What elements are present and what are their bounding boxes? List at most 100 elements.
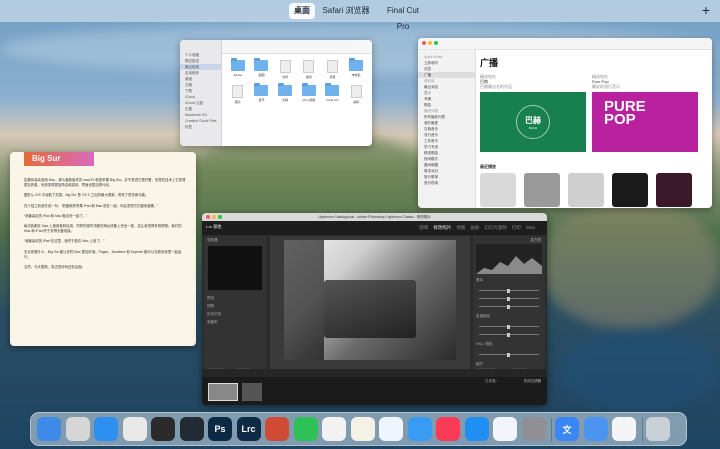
music-window[interactable]: Apple Music 立即收听 浏览 广播 资料库 最近添加 艺人 专辑 歌曲 播放列表 所有播放… bbox=[418, 38, 712, 208]
file-item[interactable]: Vivo 视频 bbox=[297, 83, 321, 104]
craft-icon[interactable] bbox=[322, 417, 346, 441]
right-panel: 直方图 基本 色调曲线 HSL / 颜色 细节 上一张 复位 bbox=[473, 236, 545, 377]
app-icon[interactable] bbox=[612, 417, 636, 441]
lightroom-window[interactable]: Lightroom Catalog.lrcat - Adobe Photosho… bbox=[202, 213, 547, 405]
trash-icon[interactable] bbox=[645, 417, 670, 441]
panel-section-tone-curve[interactable]: 色调曲线 bbox=[476, 314, 490, 319]
file-label: 音乐 bbox=[258, 98, 265, 102]
module-tab[interactable]: 图库 bbox=[419, 225, 428, 231]
panel-section-history[interactable]: 历史记录 bbox=[207, 312, 221, 317]
document-window[interactable]: Big Sur 如果你喜欢使用 Mac，那么最新版本的 macOS 就是苹果 B… bbox=[10, 152, 196, 346]
file-item[interactable]: 文件 bbox=[273, 60, 297, 79]
module-tab[interactable]: 画册 bbox=[470, 225, 479, 231]
recent-album[interactable] bbox=[480, 173, 516, 207]
file-item[interactable]: Final Cut bbox=[321, 83, 345, 104]
photoshop-icon[interactable]: Ps bbox=[208, 417, 232, 441]
pure-pop-station-card[interactable]: PURE POP bbox=[592, 92, 698, 152]
sidebar-item[interactable]: 音乐现场 bbox=[418, 180, 475, 186]
safari-icon[interactable] bbox=[94, 417, 118, 441]
file-item[interactable]: 音乐 bbox=[250, 83, 274, 104]
translate-icon[interactable]: 文 bbox=[555, 417, 579, 441]
recent-album[interactable] bbox=[656, 173, 692, 207]
module-tab[interactable]: 地图 bbox=[456, 225, 465, 231]
file-item[interactable]: 备份 bbox=[297, 60, 321, 79]
file-item[interactable]: 照片 bbox=[226, 85, 250, 104]
minimize-icon[interactable] bbox=[428, 41, 432, 45]
system-preferences-icon[interactable] bbox=[521, 417, 546, 441]
finder-icon[interactable] bbox=[37, 417, 61, 441]
filmstrip-thumbnail[interactable] bbox=[242, 383, 262, 401]
module-tab[interactable]: 打印 bbox=[512, 225, 521, 231]
panel-section-presets[interactable]: 预设 bbox=[207, 296, 214, 301]
adjustment-slider[interactable] bbox=[479, 352, 539, 357]
panel-section-basic[interactable]: 基本 bbox=[476, 278, 483, 283]
adjustment-slider[interactable] bbox=[479, 324, 539, 329]
panel-section-detail[interactable]: 细节 bbox=[476, 362, 483, 367]
module-tab[interactable]: 修改照片 bbox=[433, 225, 451, 231]
cloud-icon[interactable] bbox=[493, 417, 517, 441]
file-item[interactable]: 资料 bbox=[344, 85, 368, 104]
space-tab-desktop[interactable]: 桌面 bbox=[289, 3, 315, 19]
file-label: Final Cut bbox=[326, 98, 339, 102]
recent-album[interactable] bbox=[524, 173, 560, 207]
paragraph: “我最喜欢的 iPad 在这里，我终于能在 Mac 上用了。” bbox=[24, 239, 105, 244]
photo-canvas[interactable] bbox=[270, 236, 470, 369]
mail-icon[interactable] bbox=[407, 417, 432, 441]
finder-window[interactable]: 个人收藏 隔空投送 最近使用 应用程序 桌面 文稿 下载 iCloud iCloud 云盘 位置 M… bbox=[180, 40, 372, 146]
module-tab[interactable]: Web bbox=[526, 225, 535, 231]
file-item[interactable]: 未命名 bbox=[344, 58, 368, 79]
document-icon bbox=[350, 85, 362, 98]
space-tab-safari[interactable]: Safari 浏览器 bbox=[322, 3, 370, 19]
folder-icon[interactable] bbox=[265, 417, 289, 441]
space-tab-final-cut-pro[interactable]: Final Cut Pro bbox=[380, 3, 426, 31]
omnifocus-icon[interactable] bbox=[379, 417, 403, 441]
adjustment-slider[interactable] bbox=[479, 332, 539, 337]
paragraph: 在介绍之前我先说一句：“把最新的苹果 iPad 和 Mac 放在一起，你会发现它… bbox=[24, 203, 159, 208]
recent-album[interactable] bbox=[612, 173, 648, 207]
dictionary-icon[interactable] bbox=[583, 417, 608, 441]
final-cut-pro-icon[interactable] bbox=[151, 417, 175, 441]
lightroom-classic-icon[interactable]: Lrc bbox=[236, 417, 261, 441]
wechat-icon[interactable] bbox=[293, 417, 318, 441]
document-icon bbox=[326, 60, 338, 73]
file-item[interactable]: 截图 bbox=[250, 58, 274, 79]
zoom-icon[interactable] bbox=[218, 215, 222, 219]
folder-icon bbox=[278, 83, 293, 96]
navigator-label: 导航器 bbox=[207, 238, 218, 242]
file-item[interactable]: 文稿 bbox=[273, 83, 297, 104]
app-store-icon[interactable] bbox=[464, 417, 489, 441]
minimize-icon[interactable] bbox=[212, 215, 216, 219]
panel-section-hsl[interactable]: HSL / 颜色 bbox=[476, 342, 493, 347]
card-subtitle: 巴赫最出名的作品 bbox=[480, 84, 512, 89]
paragraph: 如果你喜欢使用 Mac，那么最新版本的 macOS 就是苹果 Big Sur。并… bbox=[24, 178, 186, 188]
navigator-preview[interactable] bbox=[208, 246, 262, 290]
file-label: Adobe bbox=[233, 73, 243, 77]
document-body: 如果你喜欢使用 Mac，那么最新版本的 macOS 就是苹果 Big Sur。并… bbox=[24, 178, 186, 275]
close-icon[interactable] bbox=[206, 215, 210, 219]
zoom-icon[interactable] bbox=[434, 41, 438, 45]
music-icon[interactable] bbox=[436, 417, 460, 441]
file-item[interactable]: 项目 bbox=[321, 60, 345, 79]
filmstrip-thumbnail[interactable] bbox=[208, 383, 238, 401]
adjustment-slider[interactable] bbox=[479, 296, 539, 301]
add-space-button[interactable]: + bbox=[702, 0, 710, 20]
panel-section-snapshots[interactable]: 快照 bbox=[207, 304, 214, 309]
sidebar-item[interactable]: 标签 bbox=[180, 124, 221, 130]
recent-album[interactable] bbox=[568, 173, 604, 207]
filter-select[interactable]: 关闭过滤器 bbox=[524, 379, 542, 384]
paragraph: 当然，今天更新，真正的好戏还在后面。 bbox=[24, 265, 86, 270]
pencil-app-icon[interactable] bbox=[350, 417, 375, 441]
file-label: 文稿 bbox=[282, 98, 289, 102]
dock-separator bbox=[641, 418, 643, 442]
file-item[interactable]: Adobe bbox=[226, 58, 250, 79]
panel-section-collections[interactable]: 收藏夹 bbox=[207, 320, 218, 325]
close-icon[interactable] bbox=[422, 41, 426, 45]
davinci-resolve-icon[interactable] bbox=[179, 417, 204, 441]
adjustment-slider[interactable] bbox=[479, 288, 539, 293]
chrome-icon[interactable] bbox=[122, 417, 147, 441]
bach-station-card[interactable]: 巴赫 BACH bbox=[480, 92, 586, 152]
file-label: 照片 bbox=[234, 100, 241, 104]
launchpad-icon[interactable] bbox=[65, 417, 90, 441]
adjustment-slider[interactable] bbox=[479, 304, 539, 309]
module-tab[interactable]: 幻灯片放映 bbox=[484, 225, 507, 231]
